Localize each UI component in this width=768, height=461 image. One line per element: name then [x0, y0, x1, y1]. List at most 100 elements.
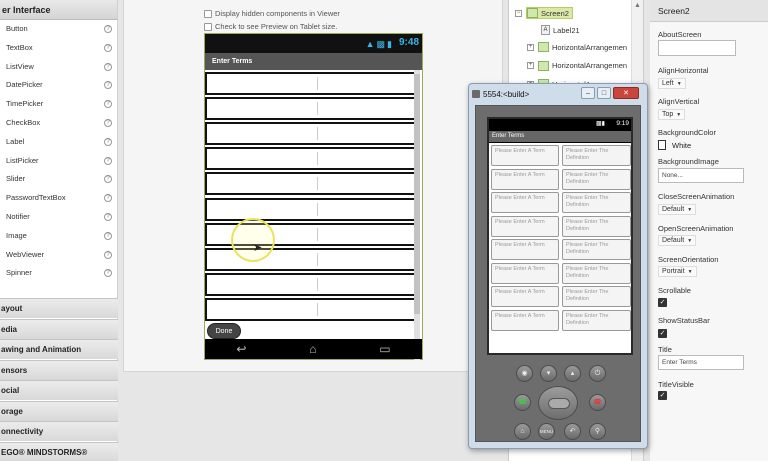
palette-item-spinner[interactable]: Spinner?: [0, 264, 117, 283]
call-icon[interactable]: ☎: [514, 394, 531, 411]
definition-input[interactable]: Please Enter The Definition: [562, 262, 631, 284]
end-call-icon[interactable]: ☎: [589, 394, 606, 411]
help-icon[interactable]: ?: [104, 212, 112, 221]
tree-item-horizontal-arrangement[interactable]: + HorizontalArrangemen: [527, 42, 627, 52]
term-input[interactable]: Please Enter A Term: [491, 286, 559, 307]
palette-item-slider[interactable]: Slider?: [0, 170, 117, 189]
term-input[interactable]: Please Enter A Term: [491, 309, 559, 331]
dpad[interactable]: [538, 386, 578, 420]
palette-category[interactable]: awing and Animation: [0, 339, 118, 359]
help-icon[interactable]: ?: [104, 43, 112, 52]
volume-down-icon[interactable]: ▾: [540, 365, 557, 382]
help-icon[interactable]: ?: [104, 250, 112, 259]
tablet-preview-checkbox-row[interactable]: Check to see Preview on Tablet size.: [204, 22, 337, 31]
help-icon[interactable]: ?: [104, 100, 112, 109]
horizontal-arrangement-row[interactable]: [205, 172, 415, 196]
palette-item-checkbox[interactable]: CheckBox?: [0, 114, 117, 133]
horizontal-arrangement-row[interactable]: [205, 97, 415, 121]
power-icon[interactable]: ⏻: [589, 365, 606, 382]
collapse-icon[interactable]: −: [515, 9, 522, 17]
title-visible-checkbox[interactable]: ✓: [658, 391, 667, 400]
palette-item-listpicker[interactable]: ListPicker?: [0, 152, 117, 171]
palette-category[interactable]: ocial: [0, 380, 118, 400]
expand-icon[interactable]: +: [527, 43, 534, 51]
back-icon[interactable]: ↶: [564, 423, 581, 440]
palette-category[interactable]: ensors: [0, 359, 118, 380]
search-icon[interactable]: ⚲: [589, 423, 606, 440]
palette-item-textbox[interactable]: TextBox?: [0, 39, 117, 58]
horizontal-arrangement-row[interactable]: [205, 197, 415, 221]
tree-item-horizontal-arrangement[interactable]: + HorizontalArrangemen: [527, 60, 627, 71]
definition-input[interactable]: Please Enter The Definition: [562, 215, 631, 237]
background-color-picker[interactable]: White: [658, 140, 691, 150]
recent-apps-icon[interactable]: ▭: [379, 342, 390, 356]
help-icon[interactable]: ?: [104, 269, 112, 278]
close-button[interactable]: ✕: [613, 87, 639, 99]
palette-header-user-interface[interactable]: er Interface: [0, 0, 117, 20]
horizontal-arrangement-row[interactable]: [205, 247, 415, 271]
horizontal-arrangement-row[interactable]: [205, 272, 415, 296]
back-icon[interactable]: ↩: [236, 342, 246, 356]
scroll-up-icon[interactable]: ▲: [634, 2, 641, 9]
align-horizontal-dropdown[interactable]: Left ▼: [658, 78, 686, 89]
volume-up-icon[interactable]: ▴: [564, 365, 581, 382]
camera-icon[interactable]: ◉: [516, 365, 533, 382]
definition-input[interactable]: Please Enter The Definition: [562, 286, 631, 307]
term-input[interactable]: Please Enter A Term: [491, 168, 559, 190]
open-animation-dropdown[interactable]: Default ▼: [658, 235, 697, 246]
palette-item-webviewer[interactable]: WebViewer?: [0, 246, 117, 265]
palette-category[interactable]: edia: [0, 318, 118, 339]
term-input[interactable]: Please Enter A Term: [491, 262, 559, 284]
term-input[interactable]: Please Enter A Term: [491, 192, 559, 213]
palette-item-passwordtextbox[interactable]: PasswordTextBox?: [0, 189, 117, 208]
screen-orientation-dropdown[interactable]: Portrait ▼: [658, 266, 697, 277]
expand-icon[interactable]: +: [527, 62, 534, 69]
tree-item-screen[interactable]: − Screen2: [515, 7, 573, 19]
title-input[interactable]: Enter Terms: [658, 355, 744, 370]
palette-item-timepicker[interactable]: TimePicker?: [0, 95, 117, 114]
about-screen-input[interactable]: [658, 40, 736, 56]
close-animation-dropdown[interactable]: Default ▼: [658, 204, 697, 215]
palette-category[interactable]: EGO® MINDSTORMS®: [0, 441, 118, 461]
help-icon[interactable]: ?: [104, 25, 112, 33]
definition-input[interactable]: Please Enter The Definition: [562, 192, 631, 213]
definition-input[interactable]: Please Enter The Definition: [562, 309, 631, 331]
phone-scroll-thumb[interactable]: [414, 74, 420, 314]
horizontal-arrangement-row[interactable]: [205, 122, 415, 146]
maximize-button[interactable]: □: [597, 87, 611, 99]
hidden-components-checkbox-row[interactable]: Display hidden components in Viewer: [204, 9, 340, 18]
help-icon[interactable]: ?: [104, 62, 112, 71]
help-icon[interactable]: ?: [104, 175, 112, 184]
definition-input[interactable]: Please Enter The Definition: [562, 168, 631, 190]
palette-item-listview[interactable]: ListView?: [0, 58, 117, 77]
palette-category[interactable]: orage: [0, 400, 118, 421]
horizontal-arrangement-row[interactable]: [205, 147, 415, 171]
done-button[interactable]: Done: [207, 323, 241, 339]
phone-scrollbar[interactable]: [414, 70, 420, 360]
help-icon[interactable]: ?: [104, 118, 112, 127]
definition-input[interactable]: Please Enter The Definition: [562, 239, 631, 260]
help-icon[interactable]: ?: [104, 81, 112, 90]
dpad-center-button[interactable]: [548, 398, 570, 409]
home-icon[interactable]: ⌂: [514, 423, 531, 440]
palette-item-datepicker[interactable]: DatePicker?: [0, 76, 117, 95]
help-icon[interactable]: ?: [104, 231, 112, 240]
home-icon[interactable]: ⌂: [309, 342, 316, 356]
hidden-components-checkbox[interactable]: [204, 9, 212, 18]
palette-category[interactable]: onnectivity: [0, 421, 118, 441]
horizontal-arrangement-row[interactable]: [205, 72, 415, 96]
term-input[interactable]: Please Enter A Term: [491, 145, 559, 166]
help-icon[interactable]: ?: [104, 194, 112, 203]
help-icon[interactable]: ?: [104, 156, 112, 165]
emulator-window[interactable]: 5554:<build> – □ ✕ ▩▮ 9:19 Enter Terms P…: [468, 83, 648, 449]
minimize-button[interactable]: –: [581, 87, 595, 99]
menu-button[interactable]: MENU: [538, 423, 555, 440]
palette-item-button[interactable]: Button?: [0, 20, 117, 39]
term-input[interactable]: Please Enter A Term: [491, 239, 559, 260]
term-input[interactable]: Please Enter A Term: [491, 215, 559, 237]
emulator-screen[interactable]: ▩▮ 9:19 Enter Terms Please Enter A Term P…: [487, 117, 633, 355]
palette-category[interactable]: ayout: [0, 298, 118, 318]
horizontal-arrangement-row[interactable]: [205, 297, 415, 321]
tree-item-label[interactable]: A Label21: [541, 25, 580, 35]
scrollable-checkbox[interactable]: ✓: [658, 298, 667, 307]
